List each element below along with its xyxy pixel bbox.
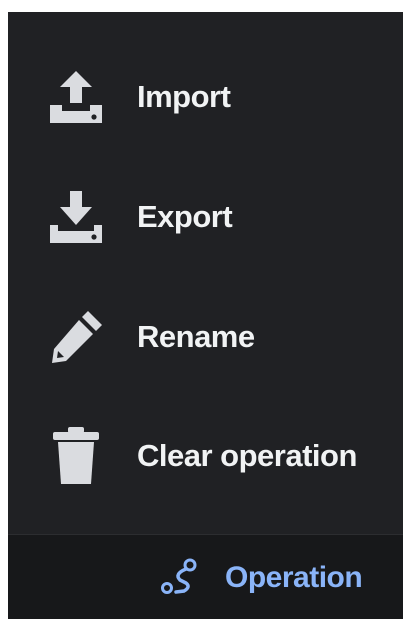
- pencil-icon: [44, 305, 108, 369]
- menu-item-label: Clear operation: [137, 438, 357, 473]
- menu-item-label: Import: [137, 79, 231, 114]
- menu-item-clear-operation[interactable]: Clear operation: [8, 401, 403, 511]
- trash-icon: [44, 424, 108, 488]
- upload-tray-icon: [44, 65, 108, 129]
- route-icon: [158, 556, 202, 600]
- download-tray-icon: [44, 185, 108, 249]
- menu-item-label: Export: [137, 199, 233, 234]
- menu-item-label: Rename: [137, 319, 255, 354]
- operation-label: Operation: [225, 561, 363, 594]
- context-menu-panel: Import Export Rename Clear operation Ope…: [8, 12, 403, 619]
- menu-item-rename[interactable]: Rename: [8, 282, 403, 392]
- menu-item-export[interactable]: Export: [8, 162, 403, 272]
- menu-item-import[interactable]: Import: [8, 42, 403, 152]
- context-menu: Import Export Rename Clear operation: [8, 12, 403, 532]
- operation-footer[interactable]: Operation: [8, 534, 403, 619]
